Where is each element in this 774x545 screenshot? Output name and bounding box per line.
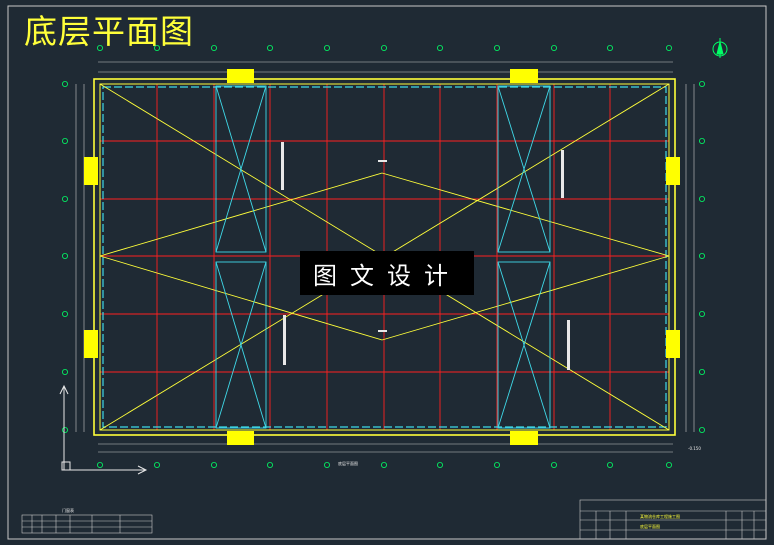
axis-bubble (666, 45, 673, 52)
door-bottom-right (510, 431, 538, 445)
top-dimension-lines (98, 61, 673, 73)
axis-bubble (699, 137, 706, 144)
axis-bubble (62, 195, 69, 202)
axis-bubble (62, 368, 69, 375)
axis-bubble (607, 461, 614, 468)
axis-bubble (62, 81, 69, 88)
axis-bubble (153, 461, 160, 468)
axis-bubble (699, 195, 706, 202)
door-right-lower (666, 330, 680, 358)
axis-bubble (210, 45, 217, 52)
door-left-upper (84, 157, 98, 185)
axis-bubble (380, 461, 387, 468)
axis-bubble (699, 310, 706, 317)
axis-bubble (62, 252, 69, 259)
door-top-right (510, 69, 538, 83)
axis-bubble (699, 252, 706, 259)
axis-bubble (493, 45, 500, 52)
drawing-title: 底层平面图 (24, 12, 194, 51)
axis-bubble (607, 45, 614, 52)
axis-bubble (97, 461, 104, 468)
cad-viewport[interactable]: 底层平面图 图文设计 底层平面图 -0.150 门窗表 某物流仓库工程施工图 底… (0, 0, 774, 545)
axis-bubble (699, 368, 706, 375)
title-block-sheet: 底层平面图 (640, 524, 660, 529)
axis-bubble (266, 461, 273, 468)
title-block (579, 499, 767, 540)
axis-bubble (551, 45, 558, 52)
axis-bubble (62, 426, 69, 433)
axis-bubble (62, 310, 69, 317)
axis-bubble (699, 426, 706, 433)
axis-bubble (210, 461, 217, 468)
elevation-mark: -0.150 (688, 446, 701, 451)
axis-bubble (436, 45, 443, 52)
axis-bubble (62, 137, 69, 144)
door-table-title: 门窗表 (62, 508, 74, 513)
watermark-banner: 图文设计 (300, 251, 474, 295)
bottom-dimension-lines (98, 443, 673, 453)
title-block-project: 某物流仓库工程施工图 (640, 514, 680, 519)
axis-bubble (551, 461, 558, 468)
axis-bubble (699, 81, 706, 88)
axis-bubble (323, 461, 330, 468)
axis-bubble (323, 45, 330, 52)
axis-bubble (436, 461, 443, 468)
door-left-lower (84, 330, 98, 358)
door-window-table (21, 514, 153, 534)
door-bottom-left (227, 431, 254, 445)
axis-bubble (666, 461, 673, 468)
axis-bubble (266, 45, 273, 52)
axis-bubble (380, 45, 387, 52)
door-top-left (227, 69, 254, 83)
axis-bubble (493, 461, 500, 468)
door-right-upper (666, 157, 680, 185)
plan-caption: 底层平面图 (338, 461, 358, 466)
north-arrow-icon (712, 38, 728, 58)
